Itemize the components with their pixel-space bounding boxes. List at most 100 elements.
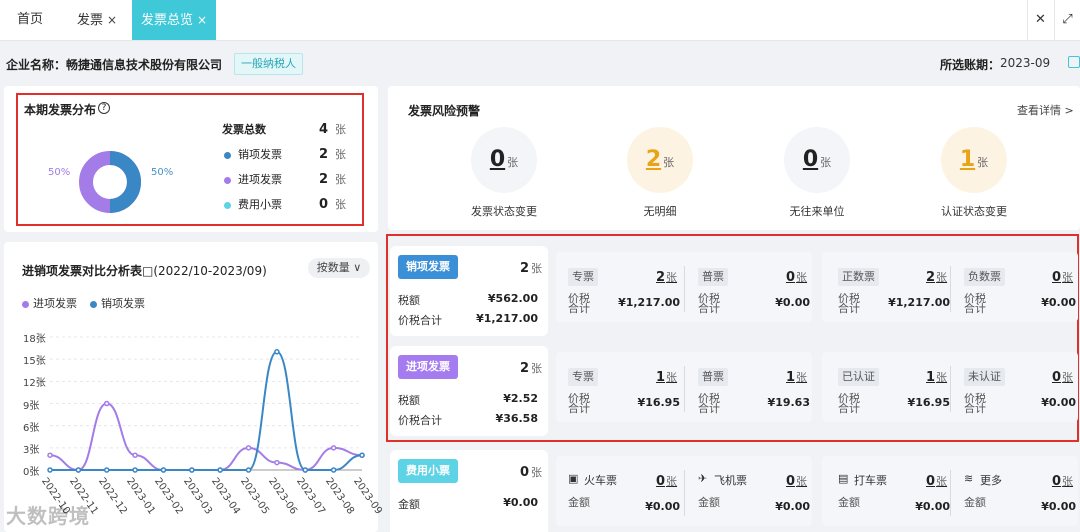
risk-label: 无明细	[643, 205, 677, 218]
data-point[interactable]	[245, 467, 252, 473]
close-all-icon[interactable]: ✕	[1027, 0, 1053, 40]
data-point[interactable]	[160, 467, 167, 473]
total-label: 价税合计	[398, 314, 442, 327]
sub-type-chip: 专票	[568, 368, 598, 386]
sub-count[interactable]: 2张	[926, 269, 947, 285]
sub-amount-value: ¥0.00	[1041, 296, 1076, 309]
risk-indicator[interactable]: 2张	[627, 127, 693, 193]
data-point[interactable]	[245, 445, 252, 451]
total-value: ¥1,217.00	[476, 312, 538, 325]
sub-count[interactable]: 0张	[1052, 473, 1073, 489]
sub-count-value: 1	[656, 370, 666, 385]
risk-indicator[interactable]: 0张	[784, 127, 850, 193]
data-point[interactable]	[75, 467, 82, 473]
sub-amount-label: 价税 合计	[964, 292, 986, 315]
sub-amount-label: 金额	[568, 496, 590, 509]
layers-icon: ≋	[964, 472, 974, 485]
risk-label: 认证状态变更	[941, 205, 1007, 218]
count-value: 2	[520, 261, 530, 276]
tax-value: ¥2.52	[503, 392, 538, 405]
risk-unit: 张	[977, 156, 989, 169]
sub-count[interactable]: 2张	[656, 269, 677, 285]
sub-count-unit: 张	[666, 271, 678, 284]
sub-count[interactable]: 1张	[786, 369, 807, 385]
sub-count-unit: 张	[936, 271, 948, 284]
risk-unit: 张	[663, 156, 675, 169]
sub-type-chip: 正数票	[838, 268, 879, 286]
compare-chart	[47, 336, 365, 473]
risk-count: 2	[645, 147, 662, 172]
calendar-icon[interactable]	[1068, 56, 1080, 68]
risk-indicator[interactable]: 0张	[471, 127, 537, 193]
sub-count[interactable]: 1张	[926, 369, 947, 385]
type-count: 2张	[520, 360, 542, 376]
sub-count[interactable]: 0张	[926, 473, 947, 489]
sub-type-chip: 负数票	[964, 268, 1005, 286]
data-point[interactable]	[103, 400, 110, 407]
data-point[interactable]	[103, 467, 110, 473]
sub-type-chip: 专票	[568, 268, 598, 286]
count-unit: 张	[531, 362, 543, 375]
data-point[interactable]	[132, 467, 138, 473]
type-badge: 费用小票	[398, 459, 458, 483]
sub-count[interactable]: 0张	[1052, 369, 1073, 385]
type-badge: 销项发票	[398, 255, 458, 279]
sub-amount-value: ¥19.63	[767, 396, 810, 409]
data-point[interactable]	[330, 445, 337, 451]
sub-type-chip: 已认证	[838, 368, 879, 386]
period-label: 所选账期：	[940, 58, 1001, 72]
sub-count[interactable]: 0张	[656, 473, 677, 489]
watermark: 大数跨境	[6, 504, 90, 528]
sub-amount-label: 价税 合计	[568, 392, 590, 415]
count-unit: 张	[531, 262, 543, 275]
sub-count-value: 2	[926, 270, 936, 285]
risk-unit: 张	[820, 156, 832, 169]
sub-count[interactable]: 0张	[786, 269, 807, 285]
sub-type-chip: 普票	[698, 368, 728, 386]
risk-label: 发票状态变更	[471, 205, 537, 218]
sub-amount-value: ¥0.00	[1041, 500, 1076, 513]
sub-amount-value: ¥0.00	[775, 500, 810, 513]
sub-count[interactable]: 0张	[1052, 269, 1073, 285]
sub-count-unit: 张	[796, 475, 808, 488]
type-count: 2张	[520, 260, 542, 276]
view-details-link[interactable]: 查看详情 >	[1017, 102, 1074, 118]
fullscreen-icon[interactable]: ⤢	[1054, 0, 1080, 40]
sub-count-unit: 张	[1062, 475, 1074, 488]
data-point[interactable]	[330, 467, 337, 473]
data-point[interactable]	[274, 349, 280, 355]
train-icon: ▣	[568, 472, 579, 485]
data-point[interactable]	[302, 467, 309, 473]
period-picker[interactable]: 2023-09	[1000, 56, 1050, 70]
sub-count-value: 0	[786, 270, 796, 285]
sub-count-unit: 张	[666, 475, 678, 488]
car-icon: ▤	[838, 472, 849, 485]
sub-count-unit: 张	[936, 371, 948, 384]
count-value: 2	[520, 361, 530, 376]
sub-type-chip: 未认证	[964, 368, 1005, 386]
risk-indicator[interactable]: 1张	[941, 127, 1007, 193]
data-point[interactable]	[274, 459, 280, 466]
tax-label: 税额	[398, 394, 420, 407]
data-point[interactable]	[189, 467, 195, 473]
sub-count-unit: 张	[1062, 371, 1074, 384]
sub-type-label: 更多	[980, 474, 1002, 487]
data-point[interactable]	[47, 452, 53, 458]
risk-count: 0	[489, 147, 506, 172]
sub-count[interactable]: 1张	[656, 369, 677, 385]
data-point[interactable]	[217, 467, 223, 473]
sub-amount-label: 金额	[838, 496, 860, 509]
sub-count-value: 0	[786, 474, 796, 489]
sub-count-unit: 张	[666, 371, 678, 384]
series-line-1	[50, 350, 363, 471]
data-point[interactable]	[132, 452, 138, 458]
sub-type-label: 飞机票	[714, 474, 747, 487]
sub-count[interactable]: 0张	[786, 473, 807, 489]
sub-count-value: 0	[656, 474, 666, 489]
sub-amount-label: 金额	[698, 496, 720, 509]
data-point[interactable]	[47, 467, 53, 473]
series-line-0	[49, 402, 363, 472]
sub-amount-label: 金额	[964, 496, 986, 509]
sub-amount-label: 价税 合计	[698, 292, 720, 315]
data-point[interactable]	[359, 452, 365, 458]
